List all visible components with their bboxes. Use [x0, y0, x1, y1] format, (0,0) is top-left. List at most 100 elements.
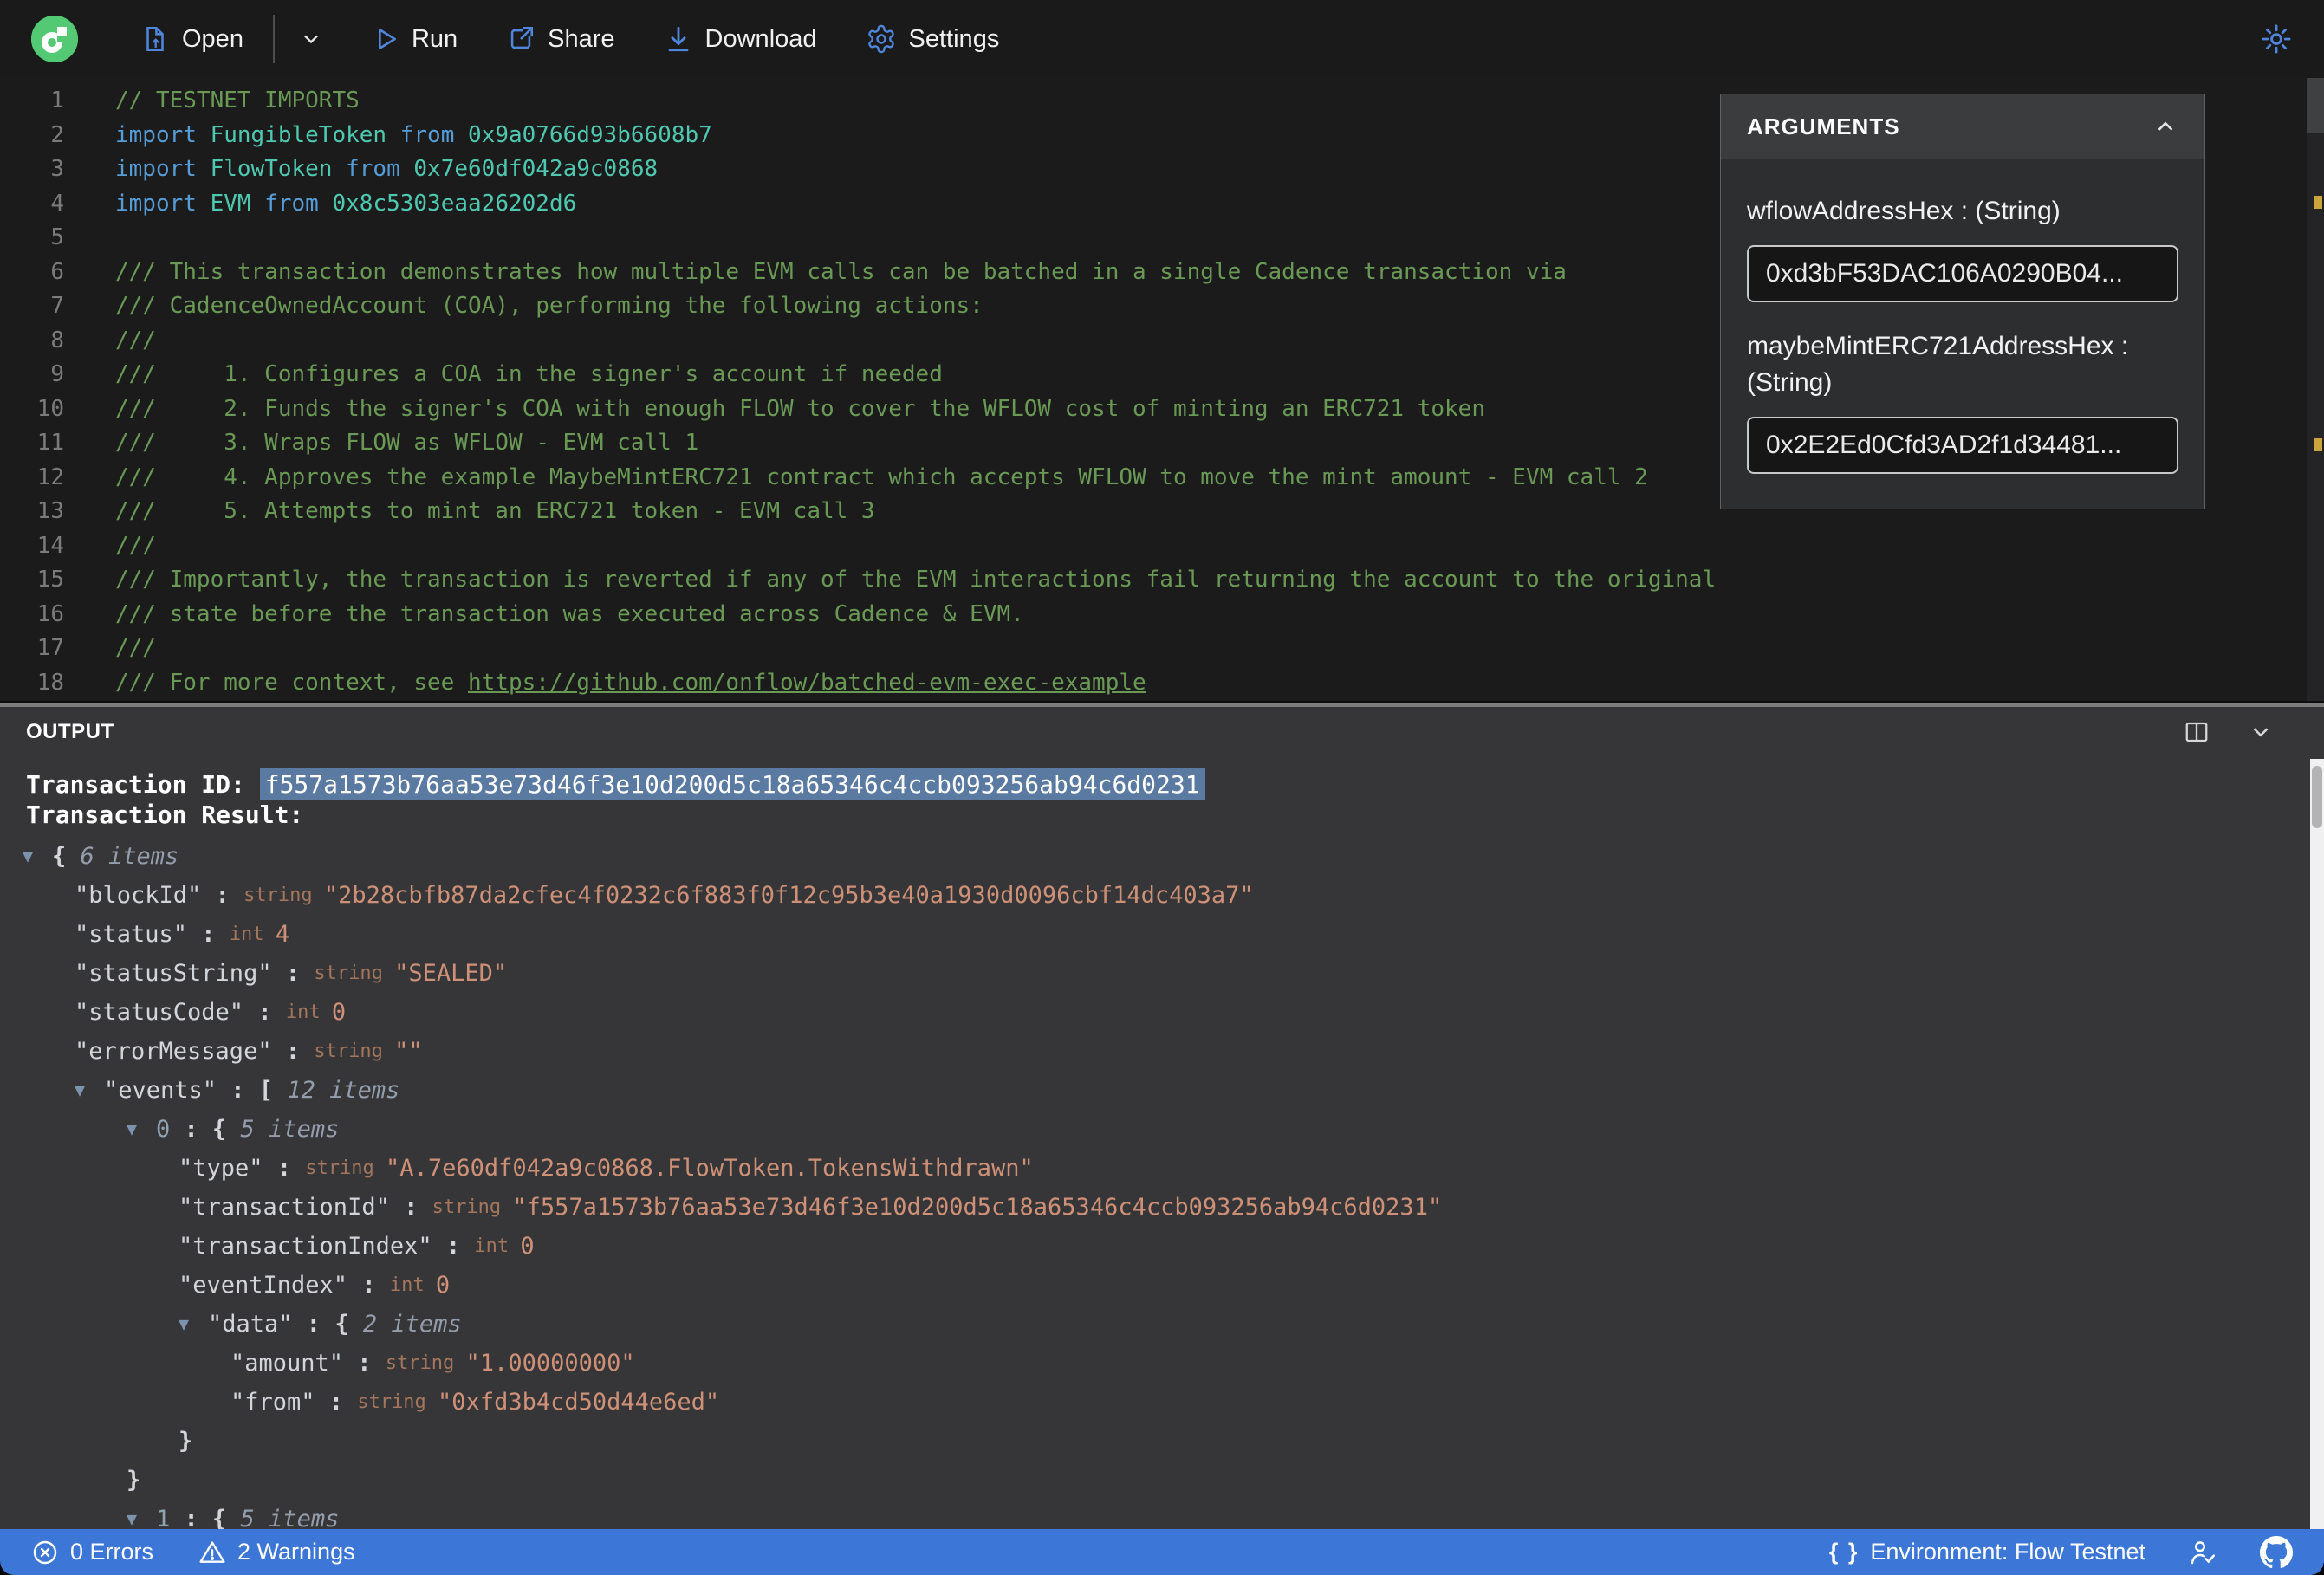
- settings-button[interactable]: Settings: [866, 15, 999, 63]
- chevron-up-icon[interactable]: [2152, 113, 2178, 139]
- json-punc: : {: [292, 1311, 363, 1338]
- code-token: from: [346, 156, 414, 182]
- warning-marker: [2314, 196, 2322, 209]
- line-number: 2: [50, 121, 64, 148]
- github-icon[interactable]: [2260, 1535, 2293, 1569]
- json-punc: :: [343, 1350, 386, 1377]
- output-scrollbar-thumb[interactable]: [2312, 766, 2322, 828]
- sun-icon: [2262, 24, 2291, 54]
- json-str: "f557a1573b76aa53e73d46f3e10d200d5c18a65…: [512, 1194, 1443, 1221]
- line-number: 1: [50, 88, 64, 113]
- open-button[interactable]: Open: [140, 16, 243, 62]
- json-row: "statusString" : string "SEALED": [23, 954, 2324, 993]
- arguments-header[interactable]: ARGUMENTS: [1721, 94, 2204, 159]
- indent-guide: [75, 1227, 127, 1266]
- editor-output-splitter[interactable]: [0, 701, 2324, 707]
- editor-scrollbar[interactable]: [2307, 78, 2324, 701]
- json-items: 5 items: [240, 1506, 340, 1529]
- code-link[interactable]: https://github.com/onflow/batched-evm-ex…: [468, 670, 1146, 696]
- warning-triangle-icon: [199, 1540, 225, 1563]
- indent-guide: [23, 954, 75, 993]
- code-token: /// 4. Approves the example MaybeMintERC…: [115, 463, 1648, 490]
- flow-logo[interactable]: [31, 16, 78, 62]
- json-key: "amount": [230, 1350, 344, 1377]
- share-button[interactable]: Share: [506, 16, 615, 62]
- flow-runner-window: Open Run Share Download Settings 1 2 3 4…: [0, 0, 2324, 1575]
- code-token: /// state before the transaction was exe…: [115, 600, 1024, 627]
- run-label: Run: [411, 24, 458, 53]
- code-line[interactable]: ///: [115, 632, 2324, 666]
- json-typ: string: [432, 1196, 513, 1218]
- open-more-button[interactable]: [299, 18, 323, 60]
- open-file-icon: [146, 26, 164, 52]
- line-number: 11: [36, 430, 64, 456]
- code-token: ///: [115, 327, 156, 353]
- transaction-result-label: Transaction Result:: [26, 800, 304, 829]
- json-key: "data": [208, 1311, 293, 1338]
- warnings-count: 2 Warnings: [237, 1539, 355, 1565]
- json-str: "A.7e60df042a9c0868.FlowToken.TokensWith…: [386, 1155, 1034, 1182]
- code-line[interactable]: /// For more context, see https://github…: [115, 666, 2324, 701]
- wflow-address-input[interactable]: [1747, 245, 2178, 302]
- code-token: ///: [115, 635, 156, 661]
- collapse-arrow-icon[interactable]: ▼: [75, 1071, 104, 1110]
- warnings-status[interactable]: 2 Warnings: [198, 1539, 355, 1566]
- errors-status[interactable]: 0 Errors: [31, 1539, 153, 1566]
- line-number: 9: [50, 361, 64, 387]
- json-typ: int: [229, 924, 276, 945]
- json-punc: }: [179, 1428, 193, 1455]
- environment-status[interactable]: { } Environment: Flow Testnet: [1829, 1539, 2145, 1565]
- editor-scrollbar-thumb[interactable]: [2307, 78, 2324, 133]
- json-key: "blockId": [75, 882, 202, 909]
- collapse-arrow-icon[interactable]: ▼: [23, 837, 52, 876]
- json-punc: :: [432, 1233, 475, 1260]
- download-label: Download: [704, 24, 817, 53]
- json-typ: int: [474, 1235, 521, 1257]
- arguments-panel: ARGUMENTS wflowAddressHex : (String) may…: [1720, 94, 2205, 509]
- collapse-arrow-icon[interactable]: ▼: [127, 1110, 156, 1149]
- code-token: /// 1. Configures a COA in the signer's …: [115, 361, 943, 387]
- indent-guide: [127, 1422, 179, 1461]
- theme-toggle-button[interactable]: [2260, 14, 2293, 64]
- share-label: Share: [548, 24, 615, 53]
- json-key: "type": [179, 1155, 263, 1182]
- code-line[interactable]: ///: [115, 529, 2324, 564]
- json-typ: string: [243, 885, 324, 906]
- collapse-output-icon[interactable]: [2248, 719, 2274, 745]
- json-key: "transactionId": [179, 1194, 390, 1221]
- json-row: ▼{ 6 items: [23, 837, 2324, 876]
- json-row: ▼ "events" : [ 12 items: [23, 1071, 2324, 1110]
- collapse-arrow-icon[interactable]: ▼: [127, 1500, 156, 1529]
- json-items: 6 items: [80, 843, 179, 870]
- indent-guide: [23, 915, 75, 954]
- indent-guide: [179, 1344, 230, 1383]
- environment-label: Environment: Flow Testnet: [1870, 1539, 2145, 1565]
- line-number: 15: [36, 567, 64, 593]
- maybemint-address-input[interactable]: [1747, 417, 2178, 474]
- code-line[interactable]: /// state before the transaction was exe…: [115, 598, 2324, 632]
- json-key: "events": [104, 1077, 217, 1104]
- json-str: "1.00000000": [465, 1350, 635, 1377]
- output-scrollbar[interactable]: [2310, 759, 2324, 1529]
- line-number: 16: [36, 600, 64, 627]
- download-button[interactable]: Download: [664, 16, 817, 62]
- collapse-arrow-icon[interactable]: ▼: [179, 1305, 208, 1344]
- braces-icon: { }: [1828, 1539, 1860, 1565]
- code-token: import: [115, 190, 211, 217]
- indent-guide: [75, 1500, 127, 1529]
- json-typ: string: [305, 1157, 386, 1179]
- split-view-icon[interactable]: [2184, 719, 2210, 745]
- toolbar-divider: [272, 15, 275, 63]
- json-row: ▼ 0 : { 5 items: [23, 1110, 2324, 1149]
- indent-guide: [75, 1461, 127, 1500]
- indent-guide: [23, 1305, 75, 1344]
- json-str: "": [394, 1038, 423, 1065]
- feedback-person-icon[interactable]: [2187, 1537, 2218, 1568]
- code-line[interactable]: /// Importantly, the transaction is reve…: [115, 563, 2324, 598]
- run-button[interactable]: Run: [372, 16, 458, 62]
- line-number: 14: [36, 532, 64, 559]
- indent-guide: [127, 1266, 179, 1305]
- indent-guide: [127, 1149, 179, 1188]
- json-punc: :: [315, 1389, 358, 1416]
- transaction-id-value[interactable]: f557a1573b76aa53e73d46f3e10d200d5c18a653…: [259, 768, 1205, 800]
